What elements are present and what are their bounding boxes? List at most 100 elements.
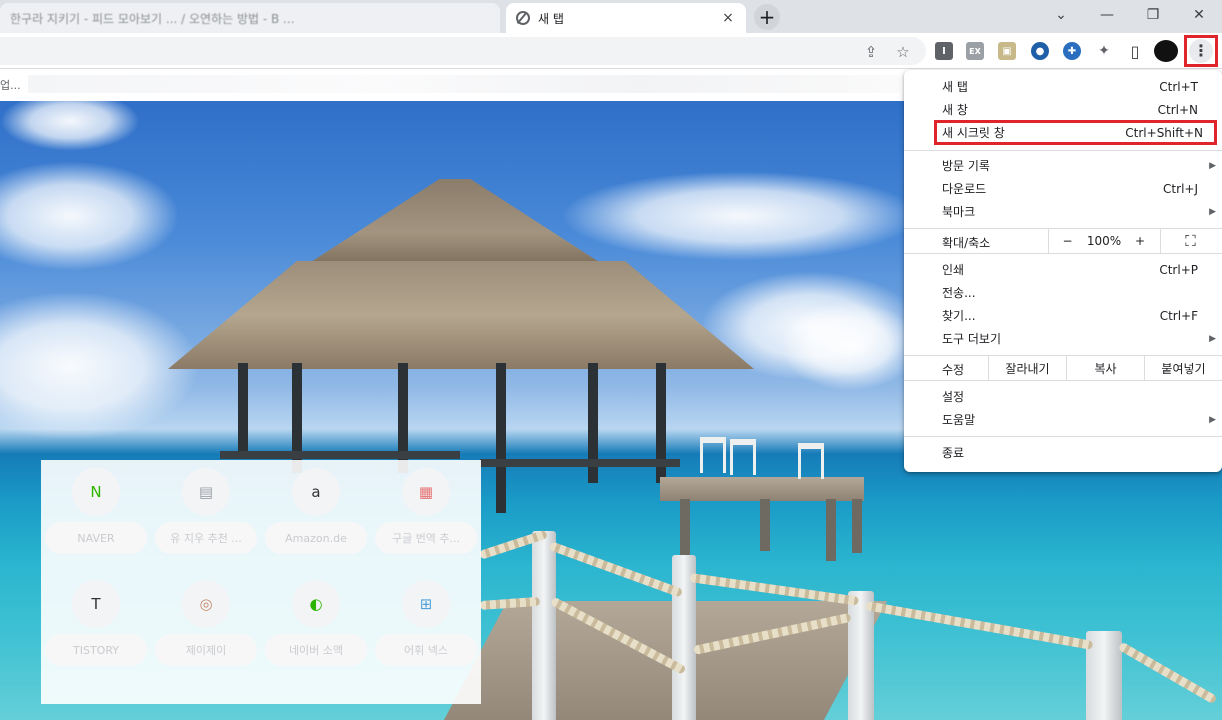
fullscreen-icon[interactable]: ⛶: [1160, 229, 1220, 253]
shortcut-tile[interactable]: a Amazon.de: [261, 460, 371, 570]
puzzle-icon[interactable]: ✦: [1095, 42, 1113, 60]
shortcut-label: 구글 번역 추...: [375, 522, 477, 554]
menu-item-cast[interactable]: 전송...: [904, 281, 1222, 304]
menu-item-shortcut: Ctrl+J: [1163, 181, 1198, 196]
pier-deck: [660, 477, 864, 501]
menu-item-label: 새 탭: [942, 80, 968, 94]
menu-item-label: 북마크: [942, 205, 976, 219]
extension-image-icon[interactable]: ▣: [998, 42, 1016, 60]
cut-button[interactable]: 잘라내기: [988, 356, 1066, 380]
shortcut-tile[interactable]: ▦ 구글 번역 추...: [371, 460, 481, 570]
more-vert-icon: ⋮: [1189, 39, 1213, 63]
menu-item-new-tab[interactable]: 새 탭 Ctrl+T: [904, 75, 1222, 98]
shortcut-favicon-icon: ◎: [182, 580, 230, 628]
tab-title: 새 탭: [538, 11, 564, 26]
menu-item-label: 종료: [942, 446, 965, 460]
bookmark-item[interactable]: 업...: [0, 77, 21, 93]
menu-divider: [904, 380, 1222, 381]
menu-item-new-incognito-window[interactable]: 새 시크릿 창 Ctrl+Shift+N: [934, 120, 1217, 145]
share-icon[interactable]: ⇪: [862, 43, 880, 61]
menu-divider: [904, 436, 1222, 437]
shortcut-tile[interactable]: ⊞ 어휘 넥스: [371, 572, 481, 682]
menu-item-label: 인쇄: [942, 263, 965, 277]
menu-item-settings[interactable]: 설정: [904, 385, 1222, 408]
pier-post: [680, 499, 690, 559]
menu-item-shortcut: Ctrl+T: [1159, 79, 1198, 94]
hut-rail: [220, 451, 460, 459]
rope: [548, 541, 684, 598]
beach-chair: [730, 439, 756, 475]
chrome-favicon-icon: [516, 11, 530, 25]
menu-item-label: 방문 기록: [942, 159, 990, 173]
copy-button[interactable]: 복사: [1066, 356, 1144, 380]
submenu-arrow-icon: ▶: [1209, 414, 1216, 425]
menu-item-downloads[interactable]: 다운로드 Ctrl+J: [904, 177, 1222, 200]
extension-i-icon[interactable]: I: [935, 42, 953, 60]
shortcut-label: Amazon.de: [265, 522, 367, 554]
menu-item-new-window[interactable]: 새 창 Ctrl+N: [904, 98, 1222, 121]
submenu-arrow-icon: ▶: [1209, 206, 1216, 217]
zoom-out-button[interactable]: −: [1048, 229, 1086, 253]
tab-search-icon[interactable]: ⌄: [1038, 0, 1084, 30]
shortcut-label: TISTORY: [45, 634, 147, 666]
pier-post: [760, 499, 770, 551]
rope: [865, 601, 1094, 650]
hut-post: [238, 363, 248, 458]
shortcut-favicon-icon: a: [292, 468, 340, 516]
menu-button[interactable]: ⋮: [1184, 35, 1218, 67]
shortcut-label: 어휘 넥스: [375, 634, 477, 666]
tab-strip: 한구라 지키기 - 피드 모아보기 ... / 오연하는 방법 - B ... …: [0, 0, 1222, 33]
menu-item-history[interactable]: 방문 기록 ▶: [904, 154, 1222, 177]
tab-background[interactable]: 한구라 지키기 - 피드 모아보기 ... / 오연하는 방법 - B ...: [0, 3, 500, 33]
shortcut-tile[interactable]: T TISTORY: [41, 572, 151, 682]
bookmark-star-icon[interactable]: ☆: [894, 43, 912, 61]
shortcut-tile[interactable]: N NAVER: [41, 460, 151, 570]
submenu-arrow-icon: ▶: [1209, 333, 1216, 344]
new-tab-button[interactable]: +: [754, 4, 780, 30]
submenu-arrow-icon: ▶: [1209, 160, 1216, 171]
restore-button[interactable]: ❐: [1130, 0, 1176, 30]
side-panel-icon[interactable]: ▯: [1126, 42, 1144, 61]
chrome-menu: 새 탭 Ctrl+T 새 창 Ctrl+N 새 시크릿 창 Ctrl+Shift…: [904, 70, 1222, 472]
shortcut-tile[interactable]: ◎ 제이제이: [151, 572, 261, 682]
menu-item-exit[interactable]: 종료: [904, 441, 1222, 464]
beach-chair: [798, 443, 824, 479]
tab-title: 한구라 지키기 - 피드 모아보기 ... / 오연하는 방법 - B ...: [10, 11, 295, 26]
menu-item-more-tools[interactable]: 도구 더보기 ▶: [904, 327, 1222, 350]
shortcut-favicon-icon: ▤: [182, 468, 230, 516]
shortcut-favicon-icon: ▦: [402, 468, 450, 516]
shortcut-favicon-icon: ⊞: [402, 580, 450, 628]
shortcut-tile[interactable]: ◐ 네이버 소액: [261, 572, 371, 682]
menu-item-shortcut: Ctrl+F: [1159, 308, 1198, 323]
menu-item-print[interactable]: 인쇄 Ctrl+P: [904, 258, 1222, 281]
menu-item-label: 다운로드: [942, 182, 987, 196]
menu-divider: [904, 150, 1222, 151]
shortcut-grid: N NAVER ▤ 유 지우 추천 ... a Amazon.de ▦ 구글 번…: [41, 460, 481, 704]
close-window-button[interactable]: ✕: [1176, 0, 1222, 30]
cloud: [0, 161, 180, 271]
menu-item-label: 새 시크릿 창: [942, 126, 1005, 140]
menu-item-help[interactable]: 도움말 ▶: [904, 408, 1222, 431]
cloud: [780, 301, 920, 391]
menu-item-find[interactable]: 찾기... Ctrl+F: [904, 304, 1222, 327]
close-tab-icon[interactable]: ×: [720, 10, 736, 26]
minimize-button[interactable]: —: [1084, 0, 1130, 30]
menu-item-bookmarks[interactable]: 북마크 ▶: [904, 200, 1222, 223]
extension-ex-icon[interactable]: EX: [966, 42, 984, 60]
address-bar[interactable]: ⇪ ☆: [0, 37, 926, 65]
extension-circle-icon[interactable]: ●: [1031, 42, 1049, 60]
extension-cross-icon[interactable]: ✚: [1063, 42, 1081, 60]
shortcut-tile[interactable]: ▤ 유 지우 추천 ...: [151, 460, 261, 570]
pier-post: [826, 499, 836, 561]
rope-post: [532, 531, 556, 720]
menu-item-label: 찾기...: [942, 309, 976, 323]
menu-item-shortcut: Ctrl+N: [1157, 102, 1198, 117]
zoom-in-button[interactable]: +: [1122, 229, 1158, 253]
paste-button[interactable]: 붙여넣기: [1144, 356, 1222, 380]
edit-label: 수정: [942, 363, 965, 377]
shortcut-favicon-icon: T: [72, 580, 120, 628]
tab-new-tab[interactable]: 새 탭 ×: [506, 3, 746, 33]
profile-avatar[interactable]: [1154, 40, 1178, 62]
pier-post: [852, 499, 862, 553]
shortcut-label: 제이제이: [155, 634, 257, 666]
